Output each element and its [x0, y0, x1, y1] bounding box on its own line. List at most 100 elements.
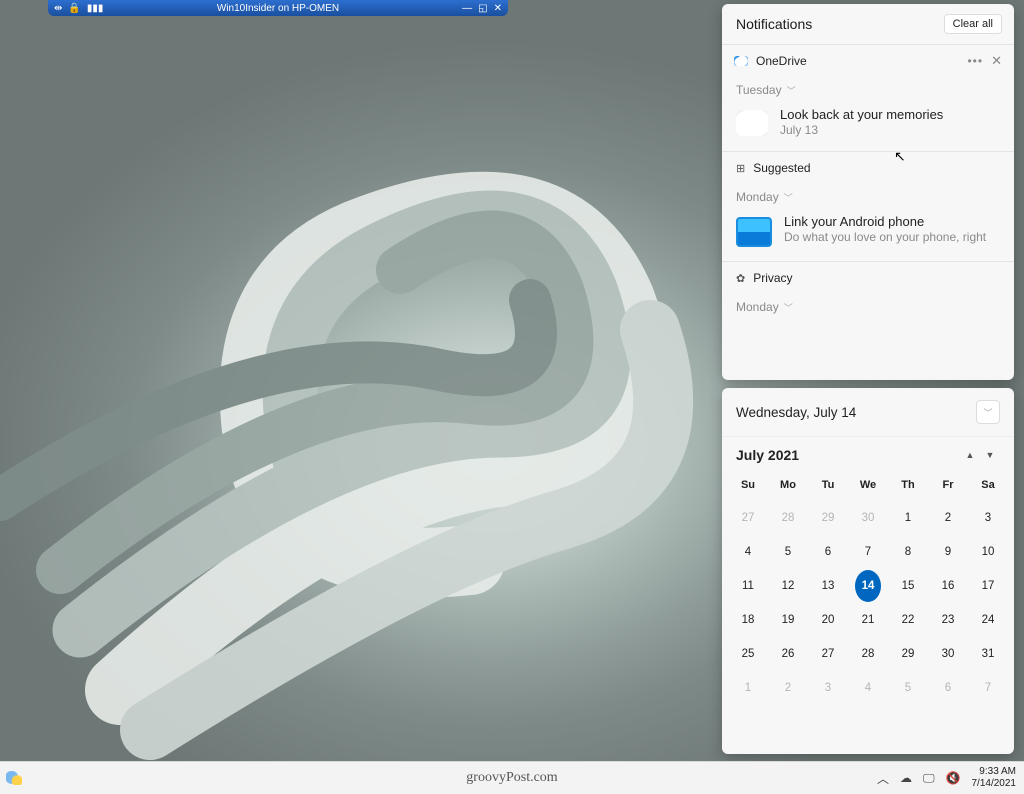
- clear-all-button[interactable]: Clear all: [944, 14, 1002, 34]
- lock-icon[interactable]: 🔒: [68, 3, 80, 14]
- calendar-grid: SuMoTuWeThFrSa27282930123456789101112131…: [722, 467, 1014, 715]
- prev-month-button[interactable]: ▲: [960, 450, 980, 460]
- notification-item-sub: July 13: [780, 123, 943, 137]
- vm-title: Win10Insider on HP-OMEN: [217, 3, 339, 14]
- calendar-day[interactable]: 24: [975, 604, 1001, 636]
- notification-item-title: Look back at your memories: [780, 107, 943, 122]
- phone-thumb-icon: [736, 217, 772, 247]
- more-icon[interactable]: •••: [967, 54, 983, 68]
- calendar-dow: We: [848, 471, 888, 501]
- tray-volume-icon[interactable]: 🔇: [946, 771, 961, 785]
- onedrive-icon: [734, 56, 748, 66]
- tray-network-icon[interactable]: 🖵: [923, 771, 935, 786]
- calendar-day[interactable]: 8: [895, 536, 921, 568]
- calendar-day[interactable]: 26: [775, 638, 801, 670]
- minimize-icon[interactable]: —: [462, 3, 472, 14]
- calendar-day[interactable]: 6: [935, 672, 961, 704]
- signal-icon[interactable]: ▮▮▮: [87, 3, 104, 14]
- calendar-panel: Wednesday, July 14 ﹀ July 2021 ▲ ▼ SuMoT…: [722, 388, 1014, 754]
- calendar-day[interactable]: 20: [815, 604, 841, 636]
- calendar-day[interactable]: 31: [975, 638, 1001, 670]
- clock-time: 9:33 AM: [972, 766, 1017, 778]
- calendar-day[interactable]: 2: [775, 672, 801, 704]
- chevron-down-icon: ﹀: [787, 84, 796, 97]
- calendar-day[interactable]: 19: [775, 604, 801, 636]
- calendar-day[interactable]: 14: [855, 570, 881, 602]
- notification-item[interactable]: Look back at your memories July 13: [722, 101, 1014, 151]
- taskbar-clock[interactable]: 9:33 AM 7/14/2021: [972, 766, 1017, 790]
- calendar-day[interactable]: 11: [735, 570, 761, 602]
- calendar-day[interactable]: 4: [855, 672, 881, 704]
- calendar-dow: Su: [728, 471, 768, 501]
- restore-icon[interactable]: ◱: [478, 3, 487, 14]
- calendar-day[interactable]: 22: [895, 604, 921, 636]
- chevron-down-icon: ﹀: [784, 301, 793, 314]
- calendar-day[interactable]: 1: [895, 502, 921, 534]
- tray-chevron-icon[interactable]: ︿: [877, 770, 889, 787]
- calendar-day[interactable]: 27: [815, 638, 841, 670]
- calendar-day[interactable]: 18: [735, 604, 761, 636]
- calendar-day[interactable]: 7: [975, 672, 1001, 704]
- calendar-dow: Sa: [968, 471, 1008, 501]
- calendar-day[interactable]: 5: [895, 672, 921, 704]
- calendar-day[interactable]: 28: [775, 502, 801, 534]
- calendar-day[interactable]: 7: [855, 536, 881, 568]
- notifications-panel: Notifications Clear all OneDrive ••• ✕ T…: [722, 4, 1014, 380]
- calendar-day[interactable]: 15: [895, 570, 921, 602]
- calendar-day[interactable]: 9: [935, 536, 961, 568]
- calendar-day[interactable]: 6: [815, 536, 841, 568]
- suggested-section-header[interactable]: ⊞ Suggested: [722, 151, 1014, 184]
- privacy-section-header[interactable]: ✿ Privacy: [722, 261, 1014, 294]
- tray-onedrive-icon[interactable]: ☁: [900, 771, 912, 785]
- chevron-down-icon: ﹀: [784, 191, 793, 204]
- calendar-day[interactable]: 3: [975, 502, 1001, 534]
- calendar-dow: Tu: [808, 471, 848, 501]
- close-icon[interactable]: ✕: [494, 3, 502, 14]
- calendar-day[interactable]: 12: [775, 570, 801, 602]
- notifications-title: Notifications: [736, 16, 812, 32]
- calendar-dow: Mo: [768, 471, 808, 501]
- calendar-day[interactable]: 27: [735, 502, 761, 534]
- calendar-month-label[interactable]: July 2021: [736, 447, 960, 463]
- group-day-label[interactable]: Tuesday ﹀: [722, 77, 1014, 101]
- calendar-day[interactable]: 29: [895, 638, 921, 670]
- calendar-day[interactable]: 4: [735, 536, 761, 568]
- suggested-item-sub: Do what you love on your phone, right: [784, 230, 986, 244]
- calendar-day[interactable]: 21: [855, 604, 881, 636]
- calendar-day[interactable]: 17: [975, 570, 1001, 602]
- calendar-day[interactable]: 5: [775, 536, 801, 568]
- group-app-label: OneDrive: [756, 54, 807, 68]
- gear-icon: ✿: [736, 272, 745, 285]
- calendar-current-date: Wednesday, July 14: [736, 405, 856, 420]
- calendar-day[interactable]: 30: [935, 638, 961, 670]
- notification-group-onedrive[interactable]: OneDrive ••• ✕: [722, 45, 1014, 77]
- calendar-day[interactable]: 1: [735, 672, 761, 704]
- suggested-item-title: Link your Android phone: [784, 214, 986, 229]
- taskbar[interactable]: groovyPost.com ︿ ☁ 🖵 🔇 9:33 AM 7/14/2021: [0, 761, 1024, 794]
- suggested-item[interactable]: Link your Android phone Do what you love…: [722, 208, 1014, 261]
- vm-titlebar: ⇹ 🔒 ▮▮▮ Win10Insider on HP-OMEN — ◱ ✕: [48, 0, 508, 16]
- calendar-day[interactable]: 29: [815, 502, 841, 534]
- cloud-thumb-icon: [736, 110, 768, 136]
- next-month-button[interactable]: ▼: [980, 450, 1000, 460]
- calendar-day[interactable]: 13: [815, 570, 841, 602]
- calendar-day[interactable]: 2: [935, 502, 961, 534]
- calendar-day[interactable]: 10: [975, 536, 1001, 568]
- calendar-day[interactable]: 3: [815, 672, 841, 704]
- collapse-calendar-button[interactable]: ﹀: [976, 400, 1000, 424]
- calendar-day[interactable]: 28: [855, 638, 881, 670]
- suggested-day-label[interactable]: Monday ﹀: [722, 184, 1014, 208]
- clock-date: 7/14/2021: [972, 778, 1017, 790]
- privacy-day-label[interactable]: Monday ﹀: [722, 294, 1014, 318]
- watermark-text: groovyPost.com: [466, 770, 557, 786]
- calendar-day[interactable]: 16: [935, 570, 961, 602]
- calendar-day[interactable]: 30: [855, 502, 881, 534]
- grid-icon: ⊞: [736, 162, 745, 175]
- weather-icon[interactable]: [6, 771, 22, 785]
- calendar-day[interactable]: 23: [935, 604, 961, 636]
- dismiss-group-icon[interactable]: ✕: [991, 53, 1002, 69]
- calendar-dow: Fr: [928, 471, 968, 501]
- calendar-dow: Th: [888, 471, 928, 501]
- calendar-day[interactable]: 25: [735, 638, 761, 670]
- pin-icon[interactable]: ⇹: [54, 3, 62, 14]
